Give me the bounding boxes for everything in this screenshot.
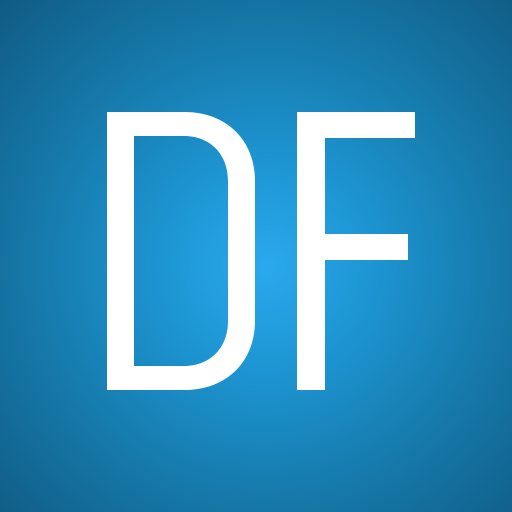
- app-icon: DF: [0, 0, 512, 512]
- letter-f-glyph: [297, 112, 415, 390]
- letter-d-glyph: [107, 112, 255, 390]
- df-logo-mark: [107, 112, 415, 390]
